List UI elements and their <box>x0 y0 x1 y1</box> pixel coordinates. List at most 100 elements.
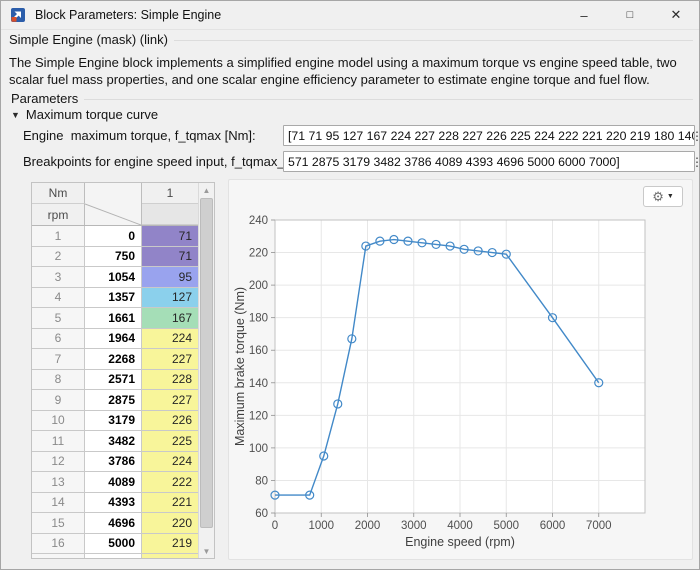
torque-value-cell[interactable]: 180 <box>142 554 198 558</box>
row-index-cell[interactable]: 8 <box>32 369 85 390</box>
breakpoint-cell[interactable]: 5000 <box>85 533 142 554</box>
torque-value-cell[interactable]: 71 <box>142 246 198 267</box>
table-row: 16 5000 219 <box>32 533 198 554</box>
close-button[interactable]: ✕ <box>653 1 699 29</box>
torque-value-cell[interactable]: 225 <box>142 431 198 452</box>
x-axis-label: Engine speed (rpm) <box>405 535 515 549</box>
row-index-cell[interactable]: 17 <box>32 554 85 558</box>
x-tick-label: 1000 <box>308 520 334 532</box>
row-index-cell[interactable]: 1 <box>32 226 85 247</box>
torque-value-cell[interactable]: 127 <box>142 287 198 308</box>
scroll-down-icon[interactable]: ▼ <box>199 544 214 558</box>
torque-value-cell[interactable]: 220 <box>142 513 198 534</box>
collapse-arrow-icon[interactable]: ▼ <box>11 110 20 120</box>
x-tick-label: 3000 <box>401 520 427 532</box>
torque-value-cell[interactable]: 221 <box>142 492 198 513</box>
row-index-cell[interactable]: 14 <box>32 492 85 513</box>
breakpoint-cell[interactable]: 2268 <box>85 349 142 370</box>
torque-value-cell[interactable]: 95 <box>142 267 198 288</box>
breakpoint-cell[interactable]: 1964 <box>85 328 142 349</box>
chart-settings-button[interactable]: ⚙ ▼ <box>643 186 683 207</box>
parameters-section-row: Parameters <box>9 91 693 106</box>
breakpoint-cell[interactable]: 6000 <box>85 554 142 558</box>
row-index-cell[interactable]: 12 <box>32 451 85 472</box>
breakpoint-cell[interactable]: 4393 <box>85 492 142 513</box>
table-row: 12 3786 224 <box>32 451 198 472</box>
breakpoint-cell[interactable]: 1357 <box>85 287 142 308</box>
table-scrollbar[interactable]: ▲ ▼ <box>198 183 214 558</box>
diagonal-line <box>84 203 142 226</box>
table-row: 6 1964 224 <box>32 328 198 349</box>
torque-lookup-table: Nm rpm 1 1 0 71 2 750 71 3 1054 95 4 1357 127 5 1661 1… <box>31 182 215 559</box>
row-index-cell[interactable]: 11 <box>32 431 85 452</box>
simulink-block-icon <box>11 8 25 22</box>
torque-value-cell[interactable]: 222 <box>142 472 198 493</box>
breakpoint-cell[interactable]: 2875 <box>85 390 142 411</box>
row-index-cell[interactable]: 15 <box>32 513 85 534</box>
row-index-cell[interactable]: 3 <box>32 267 85 288</box>
breakpoint-cell[interactable]: 1054 <box>85 267 142 288</box>
table-row: 15 4696 220 <box>32 513 198 534</box>
unit-nm-header: Nm <box>32 183 85 204</box>
parameters-rule <box>84 98 693 100</box>
torque-value-cell[interactable]: 224 <box>142 328 198 349</box>
row-index-cell[interactable]: 16 <box>32 533 85 554</box>
tqmax-more-icon[interactable]: ⋮ <box>691 127 700 145</box>
tqmax-field-row: Engine maximum torque, f_tqmax [Nm]: [71… <box>23 125 700 146</box>
breakpoint-cell[interactable]: 4696 <box>85 513 142 534</box>
torque-value-cell[interactable]: 228 <box>142 369 198 390</box>
row-index-cell[interactable]: 7 <box>32 349 85 370</box>
y-tick-label: 240 <box>249 215 268 227</box>
breakpoint-cell[interactable]: 2571 <box>85 369 142 390</box>
torque-table-body: 1 0 71 2 750 71 3 1054 95 4 1357 127 5 1661 167 6 1964 22… <box>32 226 198 558</box>
breakpoint-cell[interactable]: 0 <box>85 226 142 247</box>
table-row: 11 3482 225 <box>32 431 198 452</box>
y-tick-label: 60 <box>255 508 268 520</box>
tqmax-input[interactable]: [71 71 95 127 167 224 227 228 227 226 22… <box>283 125 695 146</box>
torque-value-cell[interactable]: 227 <box>142 390 198 411</box>
row-index-cell[interactable]: 5 <box>32 308 85 329</box>
scrollbar-thumb[interactable] <box>200 198 213 528</box>
row-index-cell[interactable]: 10 <box>32 410 85 431</box>
row-index-cell[interactable]: 13 <box>32 472 85 493</box>
table-row: 14 4393 221 <box>32 492 198 513</box>
torque-curve-chart: 0 1000 2000 3000 4000 5000 6000 7000 60 80 100 120 1… <box>233 215 646 549</box>
value-column-header: 1 <box>142 183 198 204</box>
row-index-cell[interactable]: 9 <box>32 390 85 411</box>
torque-value-cell[interactable]: 226 <box>142 410 198 431</box>
breakpoint-cell[interactable]: 3179 <box>85 410 142 431</box>
row-index-cell[interactable]: 6 <box>32 328 85 349</box>
table-row: 176000180 <box>32 554 198 558</box>
table-row: 9 2875 227 <box>32 390 198 411</box>
torque-curve-group-toggle[interactable]: ▼ Maximum torque curve <box>11 107 158 122</box>
x-tick-label: 4000 <box>447 520 473 532</box>
diagonal-header-cell <box>84 183 142 226</box>
row-index-cell[interactable]: 2 <box>32 246 85 267</box>
torque-value-cell[interactable]: 167 <box>142 308 198 329</box>
chevron-down-icon: ▼ <box>666 193 674 200</box>
unit-rpm-header: rpm <box>32 204 85 225</box>
breakpoints-more-icon[interactable]: ⋮ <box>691 153 700 171</box>
table-row: 7 2268 227 <box>32 349 198 370</box>
value-column-subheader <box>142 204 198 225</box>
breakpoint-cell[interactable]: 3482 <box>85 431 142 452</box>
breakpoints-input[interactable]: 571 2875 3179 3482 3786 4089 4393 4696 5… <box>283 151 695 172</box>
breakpoint-cell[interactable]: 750 <box>85 246 142 267</box>
table-row: 5 1661 167 <box>32 308 198 329</box>
table-row: 13 4089 222 <box>32 472 198 493</box>
breakpoint-cell[interactable]: 1661 <box>85 308 142 329</box>
torque-value-cell[interactable]: 227 <box>142 349 198 370</box>
torque-value-cell[interactable]: 219 <box>142 533 198 554</box>
x-tick-label: 2000 <box>355 520 381 532</box>
gear-icon: ⚙ <box>652 189 664 204</box>
minimize-button[interactable]: – <box>561 1 607 29</box>
scroll-up-icon[interactable]: ▲ <box>199 183 214 197</box>
maximize-button[interactable]: □ <box>607 1 653 29</box>
breakpoint-cell[interactable]: 4089 <box>85 472 142 493</box>
torque-value-cell[interactable]: 71 <box>142 226 198 247</box>
breakpoint-cell[interactable]: 3786 <box>85 451 142 472</box>
row-index-cell[interactable]: 4 <box>32 287 85 308</box>
x-tick-label: 6000 <box>540 520 566 532</box>
y-tick-label: 100 <box>249 443 268 455</box>
torque-value-cell[interactable]: 224 <box>142 451 198 472</box>
